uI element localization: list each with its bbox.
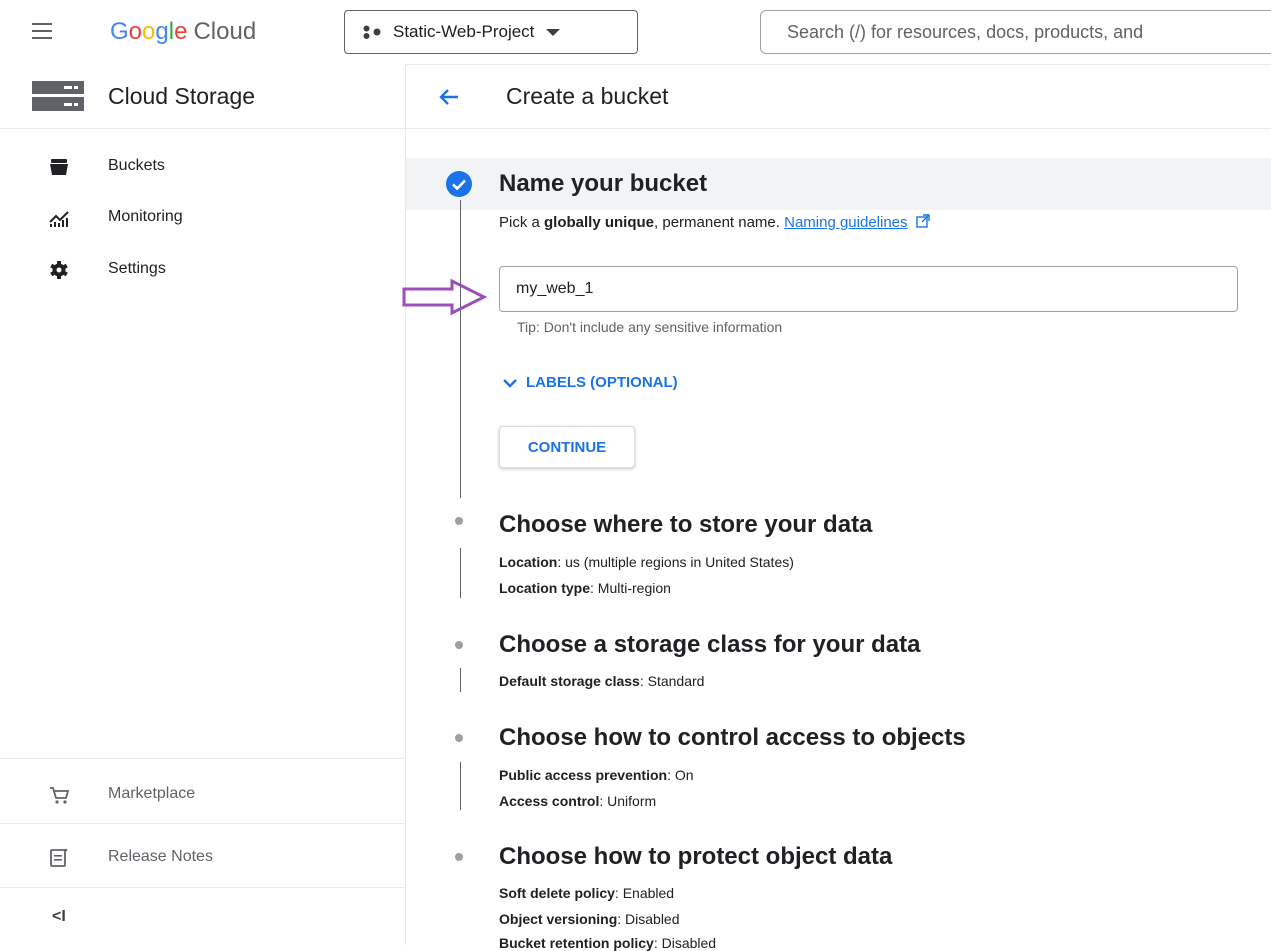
- sidebar-item-label: Marketplace: [108, 785, 196, 802]
- input-tip: Tip: Don't include any sensitive informa…: [517, 319, 783, 335]
- menu-icon[interactable]: [32, 22, 54, 40]
- sidebar-item-marketplace[interactable]: Marketplace: [0, 783, 405, 827]
- project-name: Static-Web-Project: [393, 22, 535, 41]
- notes-icon: [50, 848, 68, 867]
- sidebar-item-monitoring[interactable]: Monitoring: [0, 206, 405, 250]
- detail-key: Location type: [499, 580, 591, 596]
- logo-letter: g: [155, 18, 169, 45]
- project-selector[interactable]: Static-Web-Project: [344, 10, 638, 54]
- detail-key: Default storage class: [499, 673, 640, 689]
- step-connector: [460, 762, 461, 810]
- detail-value: : Disabled: [653, 935, 717, 951]
- chevron-down-icon: [546, 28, 561, 36]
- back-arrow-icon[interactable]: [434, 82, 464, 112]
- desc-text: Pick a: [499, 214, 545, 231]
- detail-key: Public access prevention: [499, 767, 668, 783]
- sidebar-item-buckets[interactable]: Buckets: [0, 155, 405, 199]
- step-detail: Public access prevention: On: [499, 767, 694, 783]
- collapse-sidebar-button[interactable]: <I: [52, 908, 66, 926]
- detail-key: Access control: [499, 793, 600, 809]
- step-title-name-bucket: Name your bucket: [499, 170, 708, 197]
- step-title-access-control: Choose how to control access to objects: [499, 724, 966, 751]
- logo-letter: o: [128, 18, 143, 45]
- step-connector: [460, 668, 461, 692]
- continue-button[interactable]: CONTINUE: [499, 426, 635, 468]
- detail-key: Bucket retention policy: [499, 935, 654, 951]
- step-detail: Location: us (multiple regions in United…: [499, 554, 794, 570]
- sidebar-header: Cloud Storage: [0, 64, 405, 129]
- labels-toggle-text: LABELS (OPTIONAL): [526, 374, 678, 391]
- search-input[interactable]: [760, 10, 1271, 54]
- top-bar: Google Cloud Static-Web-Project: [0, 0, 1271, 65]
- detail-value: : Uniform: [599, 793, 657, 809]
- step-dot: [455, 641, 463, 649]
- sidebar-item-label: Monitoring: [108, 208, 183, 225]
- labels-optional-toggle[interactable]: LABELS (OPTIONAL): [502, 374, 678, 391]
- detail-value: : Multi-region: [590, 580, 671, 596]
- step-description: Pick a globally unique, permanent name. …: [499, 214, 930, 231]
- step-title-location: Choose where to store your data: [499, 511, 873, 538]
- detail-value: : Standard: [639, 673, 705, 689]
- step-dot: [455, 734, 463, 742]
- detail-value: : us (multiple regions in United States): [557, 554, 794, 570]
- step-detail: Bucket retention policy: Disabled: [499, 935, 716, 951]
- detail-value: : Enabled: [614, 885, 675, 901]
- sidebar-divider: [0, 758, 405, 759]
- detail-value: : On: [667, 767, 694, 783]
- step-detail: Object versioning: Disabled: [499, 911, 680, 927]
- check-icon: [452, 179, 466, 191]
- step-detail: Location type: Multi-region: [499, 580, 671, 596]
- sidebar-item-settings[interactable]: Settings: [0, 258, 405, 302]
- cart-icon: [50, 787, 70, 804]
- detail-key: Location: [499, 554, 558, 570]
- google-cloud-logo[interactable]: Google Cloud: [110, 16, 256, 48]
- step-title-data-protection: Choose how to protect object data: [499, 843, 893, 870]
- step-detail: Soft delete policy: Enabled: [499, 885, 674, 901]
- sidebar-title: Cloud Storage: [108, 83, 256, 109]
- external-link-icon[interactable]: [915, 214, 930, 228]
- bucket-name-input[interactable]: [499, 266, 1238, 312]
- detail-key: Soft delete policy: [499, 885, 615, 901]
- step-title-storage-class: Choose a storage class for your data: [499, 631, 921, 658]
- bucket-icon: [50, 159, 68, 175]
- detail-key: Object versioning: [499, 911, 618, 927]
- logo-cloud-text: Cloud: [193, 18, 257, 45]
- sidebar-divider: [0, 823, 405, 824]
- page-title: Create a bucket: [506, 83, 669, 109]
- step-dot: [455, 853, 463, 861]
- sidebar: Cloud Storage Buckets Monitoring Setting: [0, 64, 406, 945]
- chevron-down-icon: [503, 378, 517, 388]
- step-connector: [460, 548, 461, 598]
- project-icon: [363, 25, 381, 39]
- logo-letter: G: [110, 18, 129, 45]
- sidebar-item-label: Release Notes: [108, 848, 213, 865]
- step-detail: Default storage class: Standard: [499, 673, 704, 689]
- sidebar-item-release-notes[interactable]: Release Notes: [0, 846, 405, 890]
- desc-text: , permanent name.: [654, 214, 785, 231]
- naming-guidelines-link[interactable]: Naming guidelines: [784, 214, 907, 231]
- logo-letter: o: [142, 18, 156, 45]
- step-dot: [455, 517, 463, 525]
- detail-value: : Disabled: [617, 911, 680, 927]
- storage-icon: [32, 81, 84, 111]
- gear-icon: [50, 261, 68, 279]
- step-detail: Access control: Uniform: [499, 793, 656, 809]
- logo-letter: e: [174, 18, 188, 45]
- sidebar-item-label: Buckets: [108, 157, 165, 174]
- sidebar-item-label: Settings: [108, 260, 166, 277]
- sidebar-divider: [0, 887, 405, 888]
- step-connector: [460, 200, 461, 498]
- desc-bold: globally unique: [544, 214, 655, 231]
- chart-icon: [49, 211, 69, 227]
- annotation-arrow-icon: [402, 278, 488, 316]
- page-header: Create a bucket: [406, 64, 1271, 129]
- check-circle-icon: [446, 171, 472, 197]
